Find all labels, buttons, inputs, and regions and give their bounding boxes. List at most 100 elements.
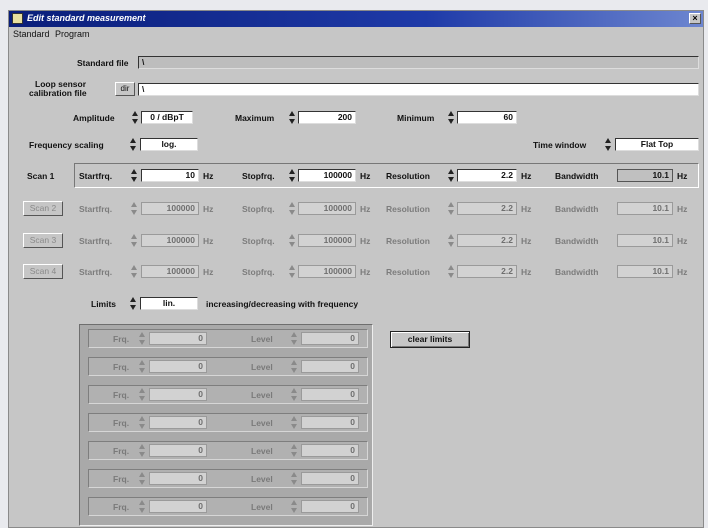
limit-level-label: Level (251, 362, 273, 372)
standard-file-label: Standard file (77, 58, 129, 68)
limit-row: Frq. 0 Level 0 (88, 385, 368, 404)
limit-freq-label: Frq. (113, 446, 130, 456)
frequency-scaling-label: Frequency scaling (29, 140, 104, 150)
limit-freq-field[interactable]: 0 (149, 444, 207, 457)
limit-freq-spinner-icon[interactable] (139, 416, 145, 429)
scan-1-stop-field[interactable]: 100000 (298, 169, 356, 182)
limit-level-field[interactable]: 0 (301, 500, 359, 513)
limit-freq-spinner-icon[interactable] (139, 444, 145, 457)
limit-freq-label: Frq. (113, 362, 130, 372)
limit-level-label: Level (251, 446, 273, 456)
scan-4-button[interactable]: Scan 4 (23, 264, 63, 279)
limit-freq-field[interactable]: 0 (149, 388, 207, 401)
scan-3-start-label: Startfrq. (79, 236, 113, 246)
limit-freq-field[interactable]: 0 (149, 472, 207, 485)
scan-1-start-field[interactable]: 10 (141, 169, 199, 182)
scan-4-bandwidth-unit: Hz (677, 267, 688, 277)
scan-4-resolution-field: 2.2 (457, 265, 517, 278)
limit-freq-field[interactable]: 0 (149, 416, 207, 429)
limit-freq-spinner-icon[interactable] (139, 472, 145, 485)
scan-3-resolution-field: 2.2 (457, 234, 517, 247)
limit-level-field[interactable]: 0 (301, 416, 359, 429)
app-icon (12, 13, 23, 24)
scan-2-resolution-field: 2.2 (457, 202, 517, 215)
standard-file-field[interactable]: \ (138, 56, 699, 69)
close-icon[interactable]: × (689, 13, 701, 24)
scan-1-stop-label: Stopfrq. (242, 171, 275, 181)
limit-freq-label: Frq. (113, 418, 130, 428)
frequency-scaling-spinner-icon[interactable] (130, 138, 136, 151)
scan-3-start-spinner-icon (131, 234, 137, 247)
maximum-field[interactable]: 200 (298, 111, 356, 124)
scan-4-bandwidth-label: Bandwidth (555, 267, 599, 277)
clear-limits-button[interactable]: clear limits (390, 331, 470, 348)
limit-freq-field[interactable]: 0 (149, 360, 207, 373)
limit-level-spinner-icon[interactable] (291, 360, 297, 373)
limit-level-field[interactable]: 0 (301, 444, 359, 457)
minimum-spinner-icon[interactable] (448, 111, 454, 124)
browse-calibration-button[interactable]: dir (115, 82, 135, 96)
menu-program[interactable]: Program (55, 29, 90, 39)
limit-level-spinner-icon[interactable] (291, 500, 297, 513)
scan-3-bandwidth-label: Bandwidth (555, 236, 599, 246)
time-window-spinner-icon[interactable] (605, 138, 611, 151)
limit-level-field[interactable]: 0 (301, 360, 359, 373)
limit-level-spinner-icon[interactable] (291, 444, 297, 457)
scan-4-start-field: 100000 (141, 265, 199, 278)
limit-row: Frq. 0 Level 0 (88, 329, 368, 348)
limit-level-spinner-icon[interactable] (291, 472, 297, 485)
limit-freq-field[interactable]: 0 (149, 332, 207, 345)
scan-1-bandwidth-unit: Hz (677, 171, 688, 181)
time-window-field[interactable]: Flat Top (615, 138, 699, 151)
limit-level-label: Level (251, 418, 273, 428)
limit-level-field[interactable]: 0 (301, 388, 359, 401)
limit-freq-spinner-icon[interactable] (139, 388, 145, 401)
limit-freq-spinner-icon[interactable] (139, 332, 145, 345)
scan-1-start-unit: Hz (203, 171, 214, 181)
calibration-file-field[interactable]: \ (138, 83, 699, 96)
amplitude-spinner-icon[interactable] (132, 111, 138, 124)
limit-row: Frq. 0 Level 0 (88, 413, 368, 432)
menu-standard[interactable]: Standard (13, 29, 50, 39)
scan-1-resolution-unit: Hz (521, 171, 532, 181)
scan-1-start-label: Startfrq. (79, 171, 113, 181)
limits-table-panel: Frq. 0 Level 0 Frq. 0 Level 0 Frq. 0 Lev… (79, 324, 373, 526)
scan-2-resolution-spinner-icon (448, 202, 454, 215)
scan-1-resolution-spinner-icon[interactable] (448, 169, 454, 182)
scan-1-resolution-field[interactable]: 2.2 (457, 169, 517, 182)
amplitude-field[interactable]: 0 / dBpT (141, 111, 193, 124)
scan-1-resolution-label: Resolution (386, 171, 430, 181)
limit-level-spinner-icon[interactable] (291, 416, 297, 429)
scan-3-button[interactable]: Scan 3 (23, 233, 63, 248)
loop-sensor-label-2: calibration file (29, 88, 87, 98)
frequency-scaling-field[interactable]: log. (140, 138, 198, 151)
scan-2-start-unit: Hz (203, 204, 214, 214)
scan-4-resolution-label: Resolution (386, 267, 430, 277)
limit-freq-spinner-icon[interactable] (139, 500, 145, 513)
limits-label: Limits (91, 299, 117, 309)
scan-1-start-spinner-icon[interactable] (131, 169, 137, 182)
scan-4-stop-field: 100000 (298, 265, 356, 278)
scan-2-resolution-label: Resolution (386, 204, 430, 214)
limit-level-spinner-icon[interactable] (291, 332, 297, 345)
limit-freq-spinner-icon[interactable] (139, 360, 145, 373)
maximum-spinner-icon[interactable] (289, 111, 295, 124)
scan-3-start-unit: Hz (203, 236, 214, 246)
limits-spinner-icon[interactable] (130, 297, 136, 310)
menu-bar: Standard Program (9, 28, 703, 40)
limits-mode-field[interactable]: lin. (140, 297, 198, 310)
minimum-field[interactable]: 60 (457, 111, 517, 124)
scan-4-start-spinner-icon (131, 265, 137, 278)
limit-level-field[interactable]: 0 (301, 472, 359, 485)
limit-level-field[interactable]: 0 (301, 332, 359, 345)
minimum-label: Minimum (397, 113, 435, 123)
scan-1-stop-spinner-icon[interactable] (289, 169, 295, 182)
scan-2-bandwidth-unit: Hz (677, 204, 688, 214)
limit-level-spinner-icon[interactable] (291, 388, 297, 401)
limit-freq-field[interactable]: 0 (149, 500, 207, 513)
limit-freq-label: Frq. (113, 390, 130, 400)
scan-2-start-label: Startfrq. (79, 204, 113, 214)
scan-3-resolution-spinner-icon (448, 234, 454, 247)
title-bar: Edit standard measurement × (9, 11, 703, 27)
scan-2-button[interactable]: Scan 2 (23, 201, 63, 216)
